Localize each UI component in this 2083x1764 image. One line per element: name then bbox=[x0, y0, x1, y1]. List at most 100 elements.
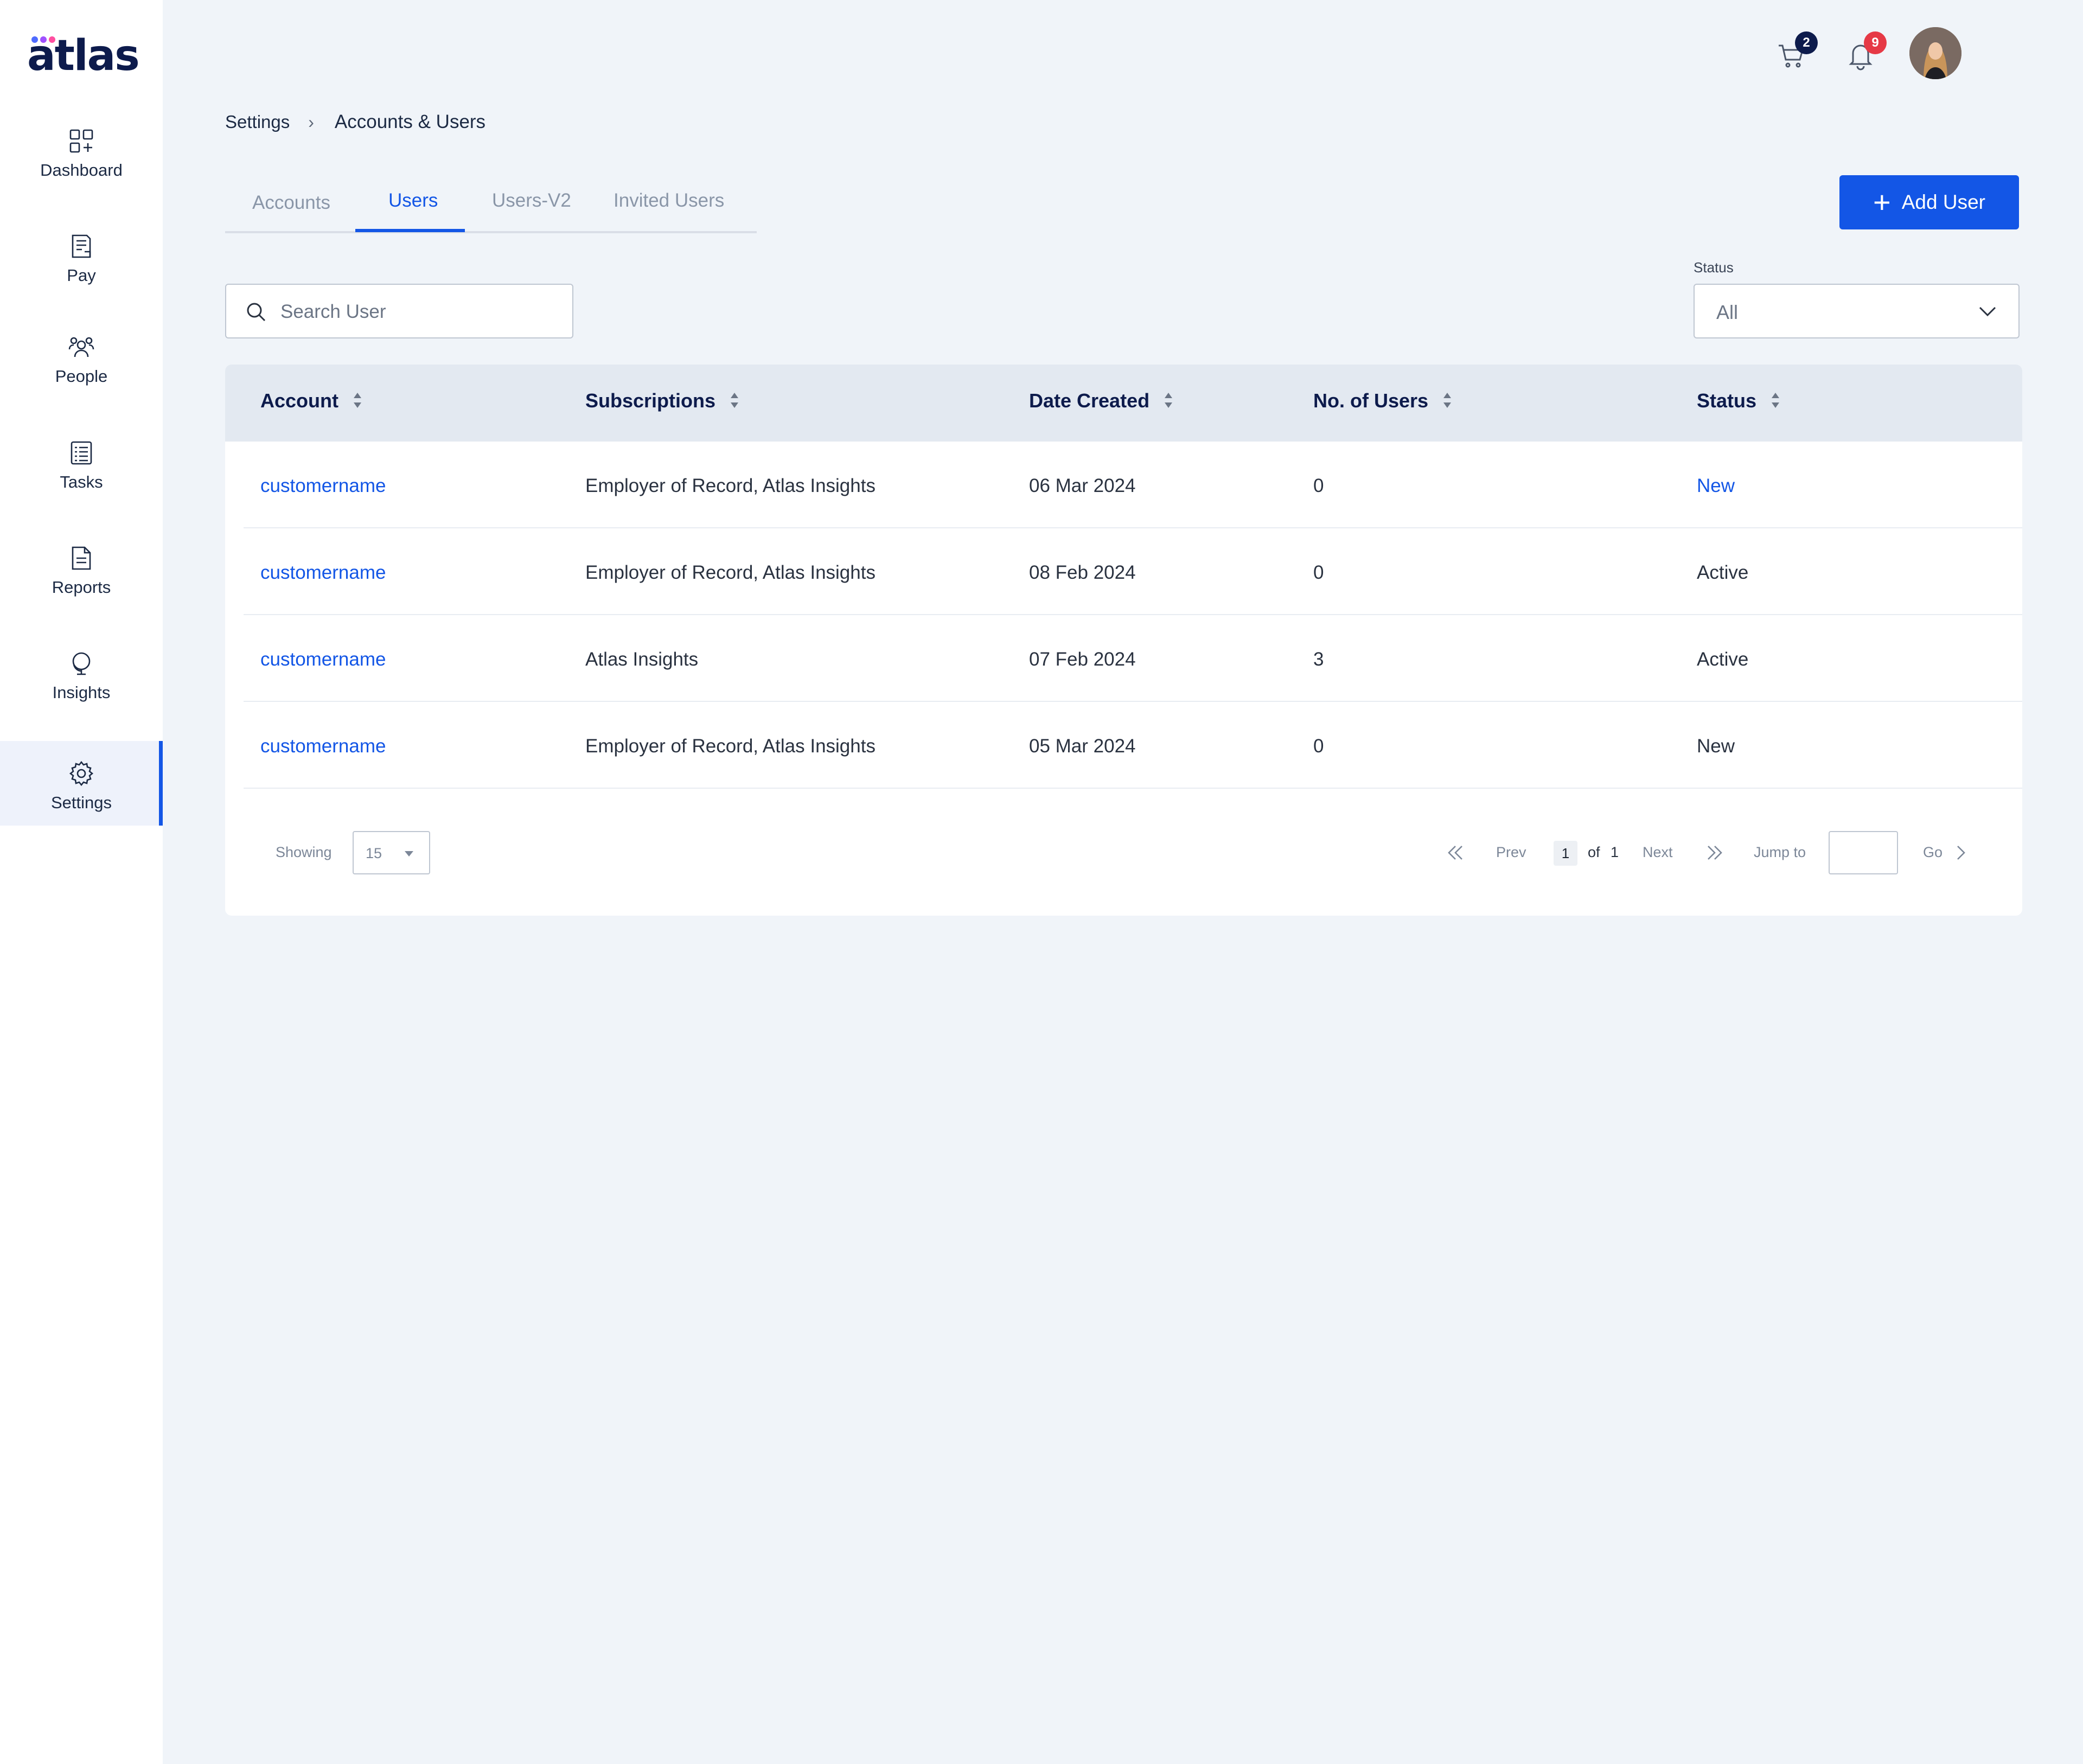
sidebar-item-insights[interactable]: Insights bbox=[0, 631, 163, 715]
date-created-cell: 08 Feb 2024 bbox=[1029, 562, 1136, 583]
subscriptions-cell: Atlas Insights bbox=[585, 649, 699, 670]
account-link[interactable]: customername bbox=[260, 475, 386, 497]
tab-users[interactable]: Users bbox=[388, 190, 438, 212]
atlas-logo[interactable]: atlas bbox=[27, 31, 140, 80]
column-header-account[interactable]: Account bbox=[260, 389, 362, 412]
date-created-cell: 06 Mar 2024 bbox=[1029, 475, 1136, 496]
subscriptions-cell: Employer of Record, Atlas Insights bbox=[585, 736, 876, 757]
showing-label: Showing bbox=[276, 844, 332, 860]
sidebar-item-label: Dashboard bbox=[40, 161, 123, 180]
sidebar-item-label: Settings bbox=[50, 793, 112, 812]
cart-button[interactable]: 2 bbox=[1777, 31, 1818, 71]
date-created-cell: 07 Feb 2024 bbox=[1029, 649, 1136, 670]
status-cell: Active bbox=[1697, 562, 1749, 583]
sort-icon bbox=[730, 391, 739, 411]
first-page-icon[interactable] bbox=[1445, 843, 1466, 862]
dashboard-icon bbox=[69, 129, 93, 153]
current-page-indicator: 1 bbox=[1554, 841, 1577, 866]
sidebar-item-tasks[interactable]: Tasks bbox=[0, 420, 163, 505]
search-box bbox=[225, 284, 573, 338]
table-row: customername Employer of Record, Atlas I… bbox=[244, 442, 2022, 528]
breadcrumb: Settings › Accounts & Users bbox=[225, 111, 485, 133]
plus-icon: + bbox=[1873, 185, 1891, 219]
sort-icon bbox=[353, 391, 362, 411]
sort-icon bbox=[1771, 391, 1780, 411]
reports-icon bbox=[72, 546, 91, 570]
column-header-label: Status bbox=[1697, 389, 1757, 412]
breadcrumb-separator-icon: › bbox=[308, 112, 314, 132]
insights-icon bbox=[72, 652, 91, 675]
status-filter-select[interactable]: All bbox=[1694, 284, 2020, 338]
table-row: customername Atlas Insights 07 Feb 2024 … bbox=[244, 615, 2022, 702]
user-avatar[interactable] bbox=[1909, 27, 1961, 79]
date-created-cell: 05 Mar 2024 bbox=[1029, 736, 1136, 757]
users-count-cell: 0 bbox=[1313, 475, 1324, 496]
sidebar-item-pay[interactable]: Pay bbox=[0, 214, 163, 298]
status-cell: New bbox=[1697, 736, 1735, 757]
status-cell: New bbox=[1697, 475, 1735, 496]
people-icon bbox=[68, 337, 94, 357]
status-filter-value: All bbox=[1716, 301, 1739, 323]
page-size-value: 15 bbox=[366, 845, 382, 861]
status-cell: Active bbox=[1697, 649, 1749, 670]
add-user-label: Add User bbox=[1901, 191, 1985, 213]
column-header-label: Subscriptions bbox=[585, 389, 716, 412]
subscriptions-cell: Employer of Record, Atlas Insights bbox=[585, 475, 876, 496]
prev-page-button[interactable]: Prev bbox=[1496, 844, 1526, 861]
table-header: Account Subscriptions Date Created No. o… bbox=[225, 365, 2022, 442]
status-filter-label: Status bbox=[1694, 259, 1734, 276]
sort-icon bbox=[1442, 391, 1452, 411]
last-page-icon[interactable] bbox=[1704, 843, 1726, 862]
tab-users-v2[interactable]: Users-V2 bbox=[492, 190, 571, 212]
sidebar-item-settings[interactable]: Settings bbox=[0, 741, 163, 826]
tab-invited-users[interactable]: Invited Users bbox=[614, 190, 724, 212]
sidebar-item-label: Tasks bbox=[60, 472, 103, 491]
tab-bar: Accounts Users Users-V2 Invited Users bbox=[225, 179, 757, 233]
subscriptions-cell: Employer of Record, Atlas Insights bbox=[585, 562, 876, 583]
users-count-cell: 3 bbox=[1313, 649, 1324, 670]
search-icon bbox=[247, 303, 266, 322]
sidebar-item-label: Pay bbox=[67, 266, 96, 285]
gear-icon bbox=[69, 760, 94, 787]
users-count-cell: 0 bbox=[1313, 562, 1324, 583]
breadcrumb-settings[interactable]: Settings bbox=[225, 112, 290, 132]
sidebar-item-reports[interactable]: Reports bbox=[0, 526, 163, 610]
notifications-button[interactable]: 9 bbox=[1845, 31, 1887, 71]
column-header-no-of-users[interactable]: No. of Users bbox=[1313, 389, 1452, 412]
total-pages: 1 bbox=[1611, 844, 1619, 860]
jump-to-label: Jump to bbox=[1754, 844, 1806, 860]
tasks-icon bbox=[71, 441, 92, 465]
cart-count-badge: 2 bbox=[1795, 31, 1818, 54]
of-label: of bbox=[1588, 844, 1600, 860]
next-page-button[interactable]: Next bbox=[1643, 844, 1673, 861]
chevron-down-icon bbox=[1979, 306, 1996, 317]
sidebar-item-label: Reports bbox=[52, 578, 111, 597]
sidebar-item-label: Insights bbox=[52, 683, 111, 702]
column-header-date-created[interactable]: Date Created bbox=[1029, 389, 1173, 412]
table-row: customername Employer of Record, Atlas I… bbox=[244, 528, 2022, 615]
caret-down-icon bbox=[405, 851, 413, 857]
account-link[interactable]: customername bbox=[260, 736, 386, 757]
sidebar-item-people[interactable]: People bbox=[0, 315, 163, 399]
column-header-subscriptions[interactable]: Subscriptions bbox=[585, 389, 739, 412]
notification-count-badge: 9 bbox=[1864, 31, 1887, 54]
search-input[interactable] bbox=[280, 296, 563, 328]
page-size-select[interactable]: 15 bbox=[353, 831, 430, 874]
jump-to-input[interactable] bbox=[1829, 831, 1898, 874]
column-header-label: Date Created bbox=[1029, 389, 1150, 412]
add-user-button[interactable]: + Add User bbox=[1839, 175, 2019, 229]
account-link[interactable]: customername bbox=[260, 649, 386, 670]
go-button[interactable]: Go bbox=[1923, 844, 1943, 861]
chevron-right-icon[interactable] bbox=[1954, 843, 1967, 862]
sort-icon bbox=[1164, 391, 1173, 411]
sidebar-item-dashboard[interactable]: Dashboard bbox=[0, 108, 163, 193]
pay-icon bbox=[72, 234, 91, 258]
sidebar-item-label: People bbox=[55, 367, 108, 386]
users-count-cell: 0 bbox=[1313, 736, 1324, 757]
account-link[interactable]: customername bbox=[260, 562, 386, 584]
column-header-label: Account bbox=[260, 389, 338, 412]
column-header-status[interactable]: Status bbox=[1697, 389, 1780, 412]
logo-wordmark: atlas bbox=[27, 31, 140, 80]
tab-accounts[interactable]: Accounts bbox=[252, 192, 330, 214]
sidebar: atlas Dashboard Pay People Tasks Reports bbox=[0, 0, 163, 1764]
